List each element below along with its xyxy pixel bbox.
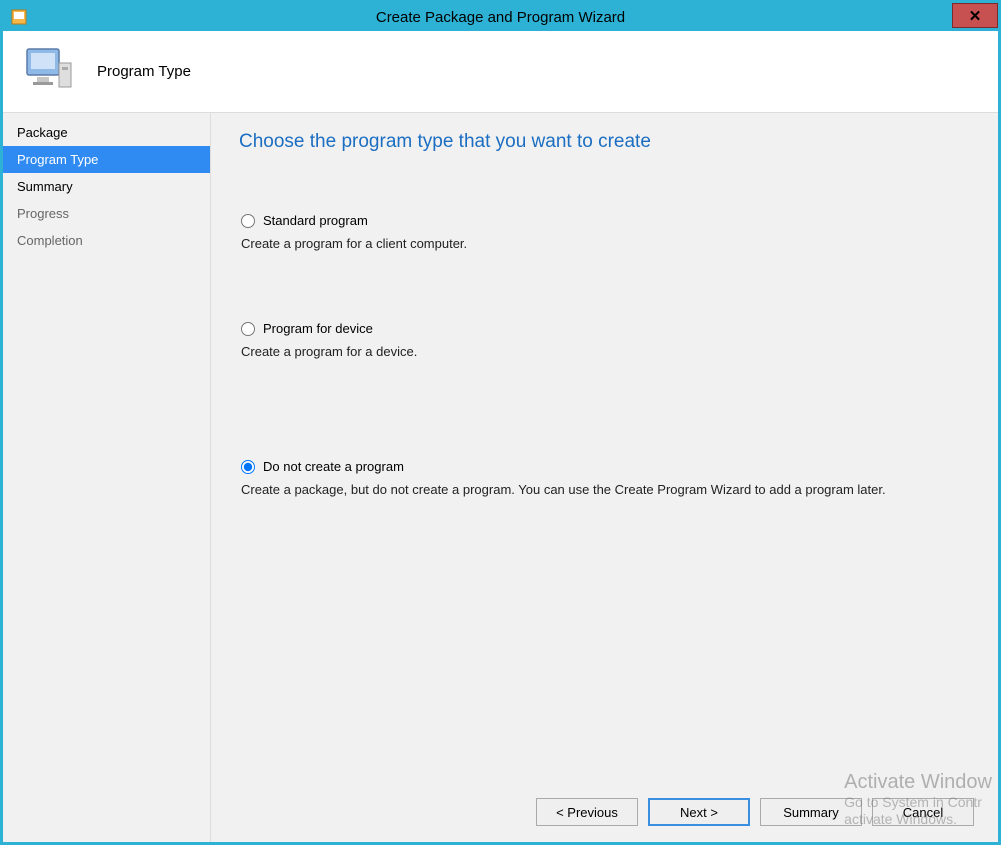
sidebar-step-summary[interactable]: Summary xyxy=(3,173,210,200)
wizard-icon xyxy=(23,45,79,98)
radio-label-standard-program[interactable]: Standard program xyxy=(263,213,368,228)
previous-button[interactable]: < Previous xyxy=(536,798,638,826)
sidebar-step-progress[interactable]: Progress xyxy=(3,200,210,227)
close-button[interactable]: ✕ xyxy=(952,3,998,28)
radio-do-not-create[interactable] xyxy=(241,460,255,474)
window-title: Create Package and Program Wizard xyxy=(3,9,998,26)
page-title: Program Type xyxy=(97,63,191,80)
sidebar-step-completion[interactable]: Completion xyxy=(3,227,210,254)
wizard-content: Choose the program type that you want to… xyxy=(211,113,998,842)
wizard-footer: < Previous Next > Summary Cancel xyxy=(536,798,974,826)
radio-program-for-device[interactable] xyxy=(241,322,255,336)
wizard-steps-sidebar: Package Program Type Summary Progress Co… xyxy=(3,113,211,842)
app-icon xyxy=(11,9,27,25)
close-icon: ✕ xyxy=(969,7,982,25)
desc-standard-program: Create a program for a client computer. xyxy=(241,236,974,251)
header-band: Program Type xyxy=(3,31,998,113)
desc-do-not-create: Create a package, but do not create a pr… xyxy=(241,482,974,497)
sidebar-step-program-type[interactable]: Program Type xyxy=(3,146,210,173)
cancel-button[interactable]: Cancel xyxy=(872,798,974,826)
wizard-window: Create Package and Program Wizard ✕ Prog… xyxy=(0,0,1001,845)
summary-button[interactable]: Summary xyxy=(760,798,862,826)
option-do-not-create: Do not create a program Create a package… xyxy=(239,459,974,497)
option-program-for-device: Program for device Create a program for … xyxy=(239,321,974,359)
titlebar: Create Package and Program Wizard ✕ xyxy=(3,3,998,31)
option-standard-program: Standard program Create a program for a … xyxy=(239,213,974,251)
radio-label-do-not-create[interactable]: Do not create a program xyxy=(263,459,404,474)
next-button[interactable]: Next > xyxy=(648,798,750,826)
sidebar-step-package[interactable]: Package xyxy=(3,119,210,146)
watermark-line1: Activate Window xyxy=(844,771,992,793)
radio-label-program-for-device[interactable]: Program for device xyxy=(263,321,373,336)
radio-standard-program[interactable] xyxy=(241,214,255,228)
content-heading: Choose the program type that you want to… xyxy=(239,131,974,153)
wizard-body: Package Program Type Summary Progress Co… xyxy=(3,113,998,842)
desc-program-for-device: Create a program for a device. xyxy=(241,344,974,359)
